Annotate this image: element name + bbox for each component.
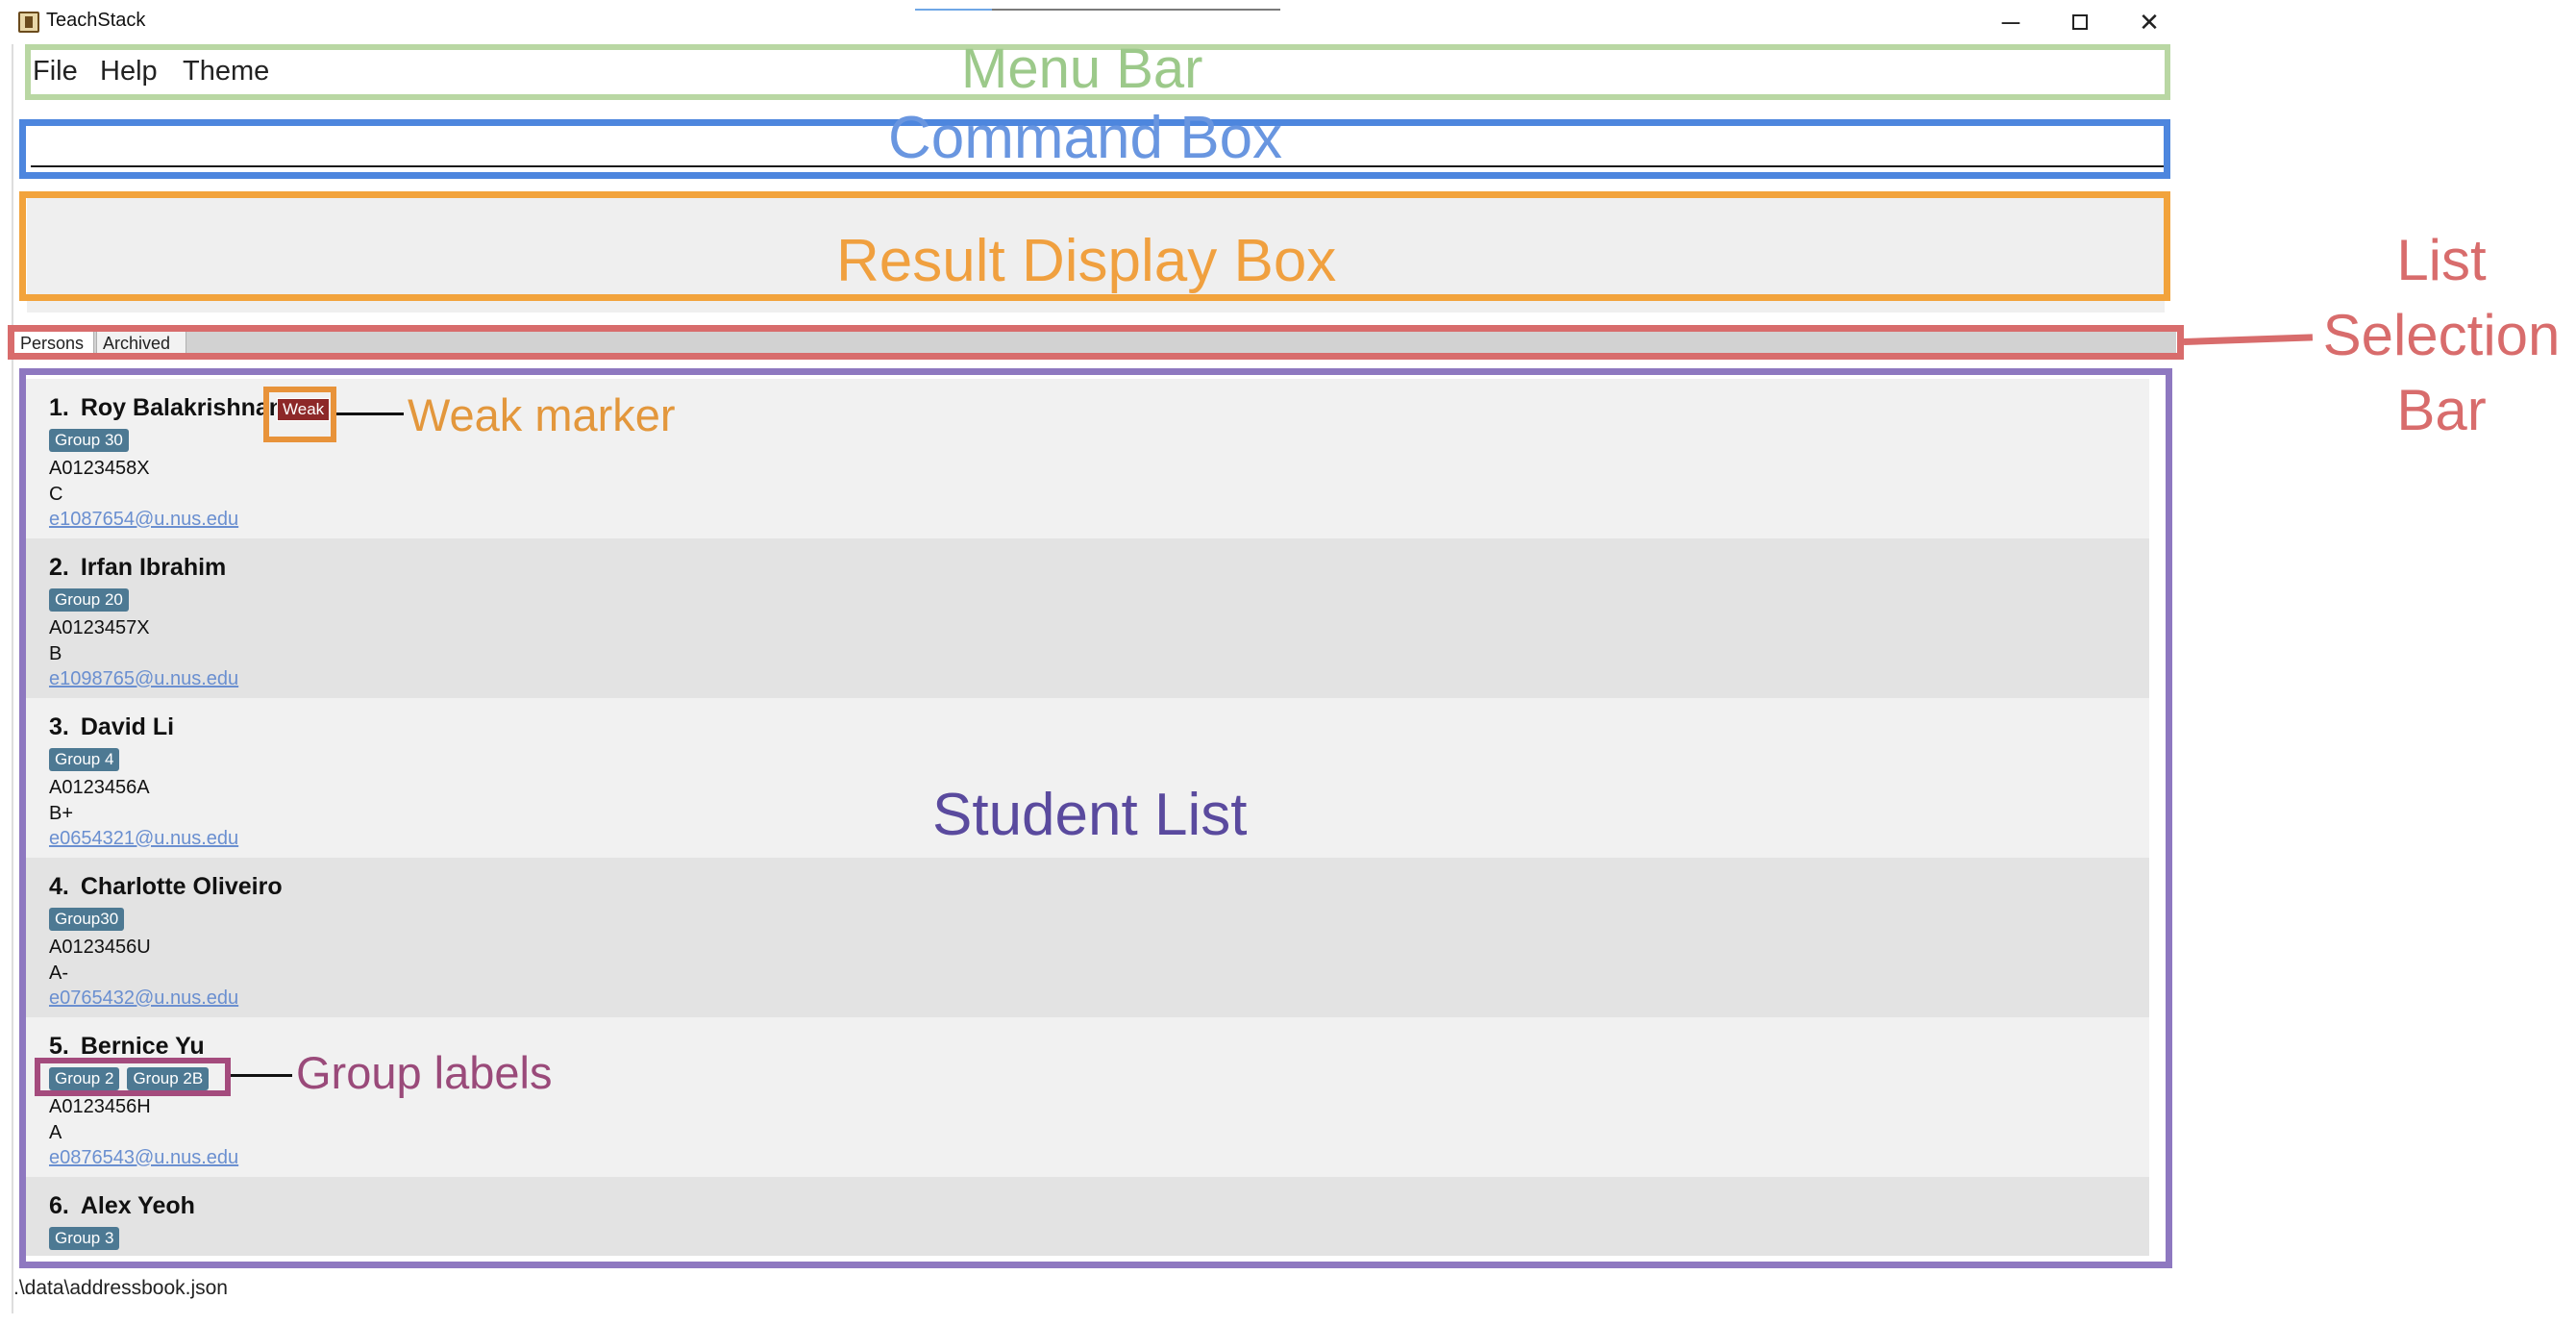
maximize-button[interactable] xyxy=(2045,0,2115,44)
student-id: A0123457X xyxy=(49,617,150,638)
student-email[interactable]: e1098765@u.nus.edu xyxy=(49,668,238,690)
student-index: 2. xyxy=(49,554,69,581)
list-selection-annotation-line: Selection xyxy=(2322,303,2561,367)
group-tag: Group 2 xyxy=(49,1067,120,1090)
window-title: TeachStack xyxy=(46,10,146,31)
student-index: 3. xyxy=(49,713,69,740)
student-grade: A- xyxy=(49,962,68,984)
student-name-text: Charlotte Oliveiro xyxy=(80,873,283,900)
student-name: 2. Irfan Ibrahim xyxy=(49,554,226,582)
group-tags: Group 20 xyxy=(49,588,129,612)
group-tags: Group 3 xyxy=(49,1227,120,1250)
student-email[interactable]: e0765432@u.nus.edu xyxy=(49,988,238,1010)
student-id: A0123456H xyxy=(49,1096,151,1117)
group-tag: Group 3 xyxy=(49,1227,120,1250)
student-index: 1. xyxy=(49,394,69,421)
group-tags: Group 2 Group 2B xyxy=(49,1067,210,1090)
student-id: A0123456A xyxy=(49,777,150,798)
student-email[interactable]: e0876543@u.nus.edu xyxy=(49,1147,238,1169)
list-selection-annotation: List Selection Bar xyxy=(2311,223,2572,448)
student-name: 3. David Li xyxy=(49,713,174,741)
command-box-annotation: Command Box xyxy=(888,105,1283,171)
weak-marker-annotation: Weak marker xyxy=(408,389,676,440)
list-selection-annotation-line: List xyxy=(2396,228,2487,292)
student-card[interactable]: 2. Irfan Ibrahim Group 20 A0123457X B e10… xyxy=(25,538,2149,698)
close-button[interactable]: ✕ xyxy=(2115,0,2184,44)
student-grade: A xyxy=(49,1122,62,1143)
status-bar-path: .\data\addressbook.json xyxy=(13,1277,228,1299)
group-tag: Group 4 xyxy=(49,748,120,771)
student-index: 6. xyxy=(49,1192,69,1219)
student-index: 5. xyxy=(49,1033,69,1060)
student-name: 4. Charlotte Oliveiro xyxy=(49,873,283,901)
group-tag: Group30 xyxy=(49,908,125,931)
menu-theme[interactable]: Theme xyxy=(183,56,269,88)
window-left-border xyxy=(12,44,13,1313)
student-grade: B+ xyxy=(49,803,74,824)
weak-marker: Weak xyxy=(277,398,331,421)
group-tags: Group30 xyxy=(49,908,125,931)
menu-help[interactable]: Help xyxy=(100,56,158,88)
group-tag: Group 20 xyxy=(49,588,129,612)
student-name-text: Roy Balakrishnan xyxy=(80,394,285,421)
minimize-icon: ─ xyxy=(2001,7,2020,37)
list-selection-annotation-line: Bar xyxy=(2396,378,2487,442)
student-name: 1. Roy Balakrishnan xyxy=(49,394,284,422)
student-card[interactable]: 6. Alex Yeoh Group 3 xyxy=(25,1177,2149,1256)
student-name-text: Irfan Ibrahim xyxy=(80,554,227,581)
student-card[interactable]: 1. Roy Balakrishnan Weak Group 30 A012345… xyxy=(25,379,2149,538)
menu-file[interactable]: File xyxy=(33,56,78,88)
title-progress-indicator xyxy=(915,9,1280,11)
tab-persons[interactable]: Persons xyxy=(13,331,94,358)
student-email[interactable]: e0654321@u.nus.edu xyxy=(49,828,238,850)
group-tags: Group 30 xyxy=(49,429,129,452)
close-icon: ✕ xyxy=(2139,7,2160,37)
student-grade: C xyxy=(49,484,63,505)
group-tag: Group 2B xyxy=(127,1067,210,1090)
student-name: 6. Alex Yeoh xyxy=(49,1192,195,1220)
student-name-text: David Li xyxy=(80,713,175,740)
student-name: 5. Bernice Yu xyxy=(49,1033,205,1061)
student-name-text: Bernice Yu xyxy=(80,1033,205,1060)
student-list-annotation: Student List xyxy=(932,782,1248,848)
title-bar xyxy=(0,0,2576,44)
student-grade: B xyxy=(49,643,62,664)
group-labels-annotation: Group labels xyxy=(296,1047,553,1098)
student-email[interactable]: e1087654@u.nus.edu xyxy=(49,509,238,531)
maximize-icon xyxy=(2072,14,2088,30)
app-icon xyxy=(18,12,39,33)
student-index: 4. xyxy=(49,873,69,900)
student-id: A0123456U xyxy=(49,937,151,958)
weak-marker-leader-line xyxy=(336,412,404,415)
student-card[interactable]: 4. Charlotte Oliveiro Group30 A0123456U A… xyxy=(25,858,2149,1017)
list-selection-leader-line xyxy=(2183,334,2314,345)
result-display-annotation: Result Display Box xyxy=(836,228,1337,294)
menu-bar-annotation: Menu Bar xyxy=(961,38,1203,100)
tab-archived[interactable]: Archived xyxy=(96,331,186,358)
student-id: A0123458X xyxy=(49,458,150,479)
student-name-text: Alex Yeoh xyxy=(80,1192,195,1219)
list-selection-bar: Persons Archived xyxy=(12,329,2176,358)
group-tags: Group 4 xyxy=(49,748,120,771)
group-labels-leader-line xyxy=(231,1074,292,1077)
minimize-button[interactable]: ─ xyxy=(1976,0,2045,44)
group-tag: Group 30 xyxy=(49,429,129,452)
